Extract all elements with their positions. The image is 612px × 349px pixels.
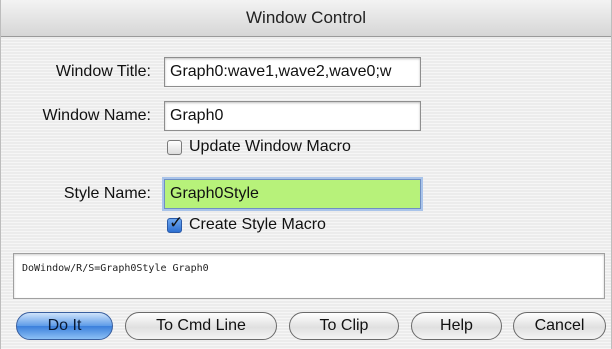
window-name-label: Window Name: [42,107,151,124]
dialog-title: Window Control [1,0,611,37]
style-name-label: Style Name: [63,185,151,202]
help-button[interactable]: Help [411,312,502,340]
checkbox-unchecked-icon[interactable] [167,139,182,155]
checkbox-checked-icon[interactable]: ✓ [167,213,183,233]
update-window-macro-label: Update Window Macro [189,138,351,155]
style-name-field[interactable]: Graph0Style [164,179,421,209]
do-it-button[interactable]: Do It [16,312,113,340]
to-cmd-line-button[interactable]: To Cmd Line [125,312,277,340]
window-title-field[interactable]: Graph0:wave1,wave2,wave0;w [164,57,421,87]
command-text-area[interactable]: DoWindow/R/S=Graph0Style Graph0 [13,253,605,299]
checkmark-icon: ✓ [169,212,184,233]
update-window-macro-checkbox[interactable]: Update Window Macro [167,138,351,156]
window-name-field[interactable]: Graph0 [164,101,421,131]
cancel-button[interactable]: Cancel [513,312,606,340]
create-style-macro-label: Create Style Macro [189,216,326,233]
create-style-macro-checkbox[interactable]: ✓ Create Style Macro [167,213,326,234]
window-title-label: Window Title: [55,63,151,80]
window-control-dialog: Window Control Window Title: Graph0:wave… [0,0,612,349]
to-clip-button[interactable]: To Clip [289,312,399,340]
